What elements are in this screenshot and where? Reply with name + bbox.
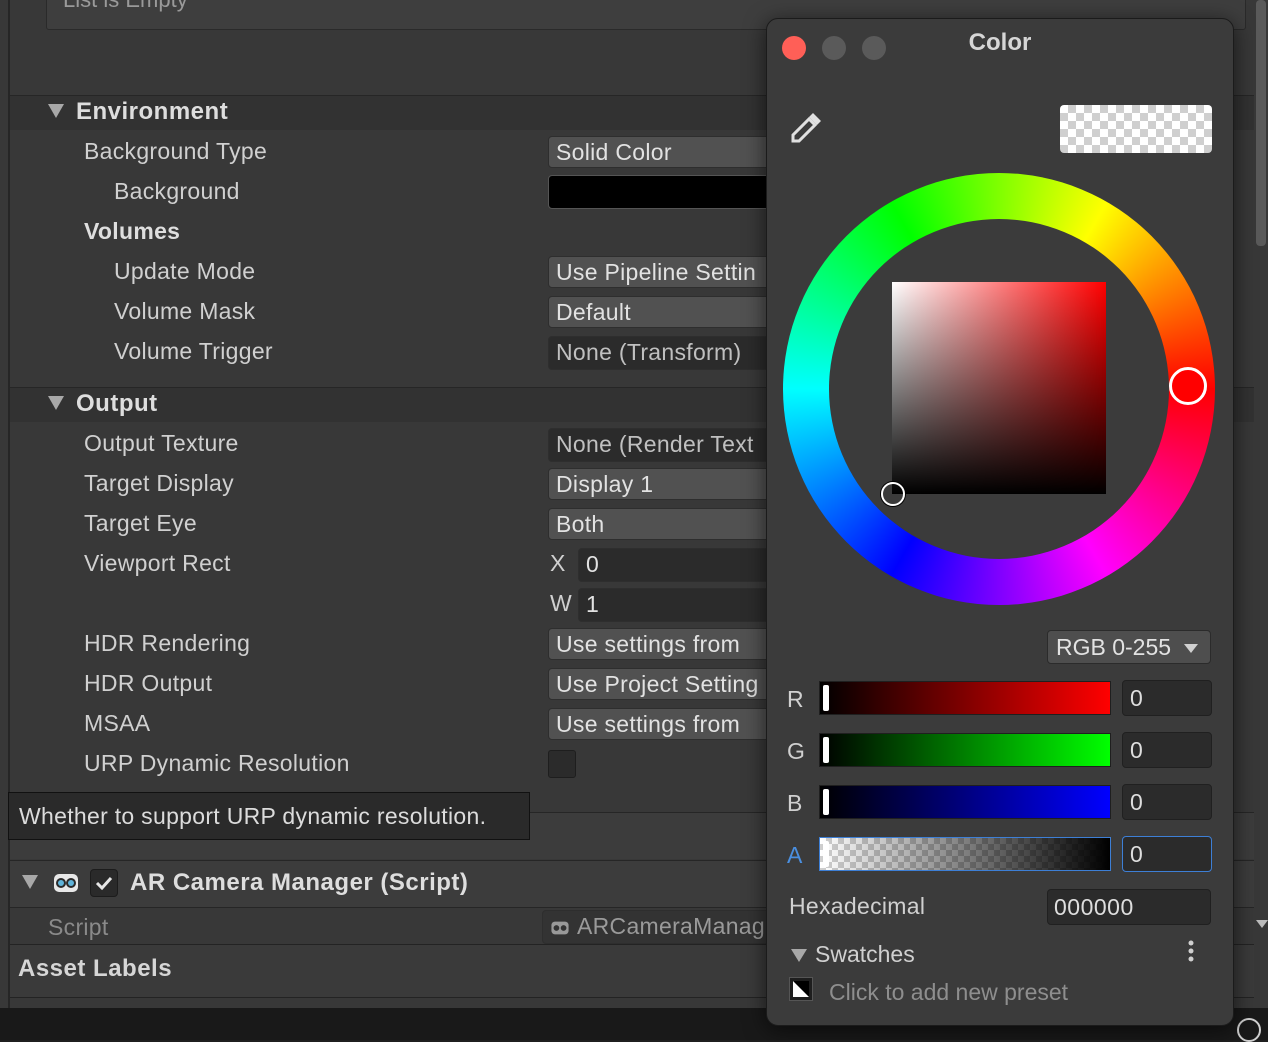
green-value-field[interactable]: 0 [1122, 732, 1212, 768]
blue-slider[interactable] [819, 785, 1111, 819]
alpha-value-field[interactable]: 0 [1122, 836, 1212, 872]
update-mode-dropdown[interactable]: Use Pipeline Settin [548, 256, 788, 288]
target-eye-dropdown[interactable]: Both [548, 508, 788, 540]
update-mode-label: Update Mode [114, 258, 256, 284]
volume-trigger-label: Volume Trigger [114, 338, 273, 364]
ar-camera-manager-title: AR Camera Manager (Script) [130, 869, 469, 896]
red-slider[interactable] [819, 681, 1111, 715]
hdr-output-label: HDR Output [84, 670, 213, 696]
background-label: Background [114, 178, 240, 204]
saturation-value-handle[interactable] [881, 482, 905, 506]
add-preset-text[interactable]: Click to add new preset [829, 979, 1068, 1006]
blue-value-field[interactable]: 0 [1122, 784, 1212, 820]
scrollbar-thumb[interactable] [1256, 0, 1266, 246]
red-slider-knob[interactable] [823, 685, 829, 711]
hdr-rendering-dropdown[interactable]: Use settings from [548, 628, 788, 660]
color-picker-title: Color [968, 29, 1032, 56]
asset-labels-title: Asset Labels [18, 955, 173, 982]
component-enabled-checkbox[interactable] [90, 869, 118, 897]
check-circle-icon[interactable] [1237, 1018, 1261, 1042]
color-mode-value: RGB 0-255 [1056, 634, 1172, 660]
red-channel-label: R [787, 686, 804, 712]
target-display-dropdown[interactable]: Display 1 [548, 468, 788, 500]
urp-dynamic-resolution-checkbox[interactable] [548, 750, 576, 778]
environment-title: Environment [76, 98, 229, 125]
hexadecimal-field[interactable]: 000000 [1047, 889, 1211, 925]
red-value-field[interactable]: 0 [1122, 680, 1212, 716]
alpha-channel-label: A [787, 842, 803, 868]
hue-handle[interactable] [1169, 367, 1207, 405]
green-channel-label: G [787, 738, 805, 764]
target-eye-label: Target Eye [84, 510, 197, 536]
script-icon [52, 869, 80, 897]
volume-mask-dropdown[interactable]: Default [548, 296, 788, 328]
eyedropper-icon[interactable] [787, 107, 827, 147]
background-type-dropdown[interactable]: Solid Color [548, 136, 788, 168]
msaa-dropdown[interactable]: Use settings from [548, 708, 788, 740]
viewport-rect-label: Viewport Rect [84, 550, 231, 576]
volume-trigger-field[interactable]: None (Transform) [548, 336, 788, 370]
foldout-triangle-icon[interactable] [48, 104, 64, 118]
foldout-triangle-icon[interactable] [48, 396, 64, 410]
volumes-label: Volumes [84, 218, 181, 244]
chevron-down-icon [1184, 644, 1198, 653]
script-field[interactable]: ARCameraManag [542, 910, 802, 944]
swatches-label: Swatches [815, 941, 915, 967]
checkmark-icon [95, 876, 113, 891]
script-label: Script [48, 914, 109, 940]
foldout-triangle-icon[interactable] [22, 875, 38, 889]
blue-slider-knob[interactable] [823, 789, 829, 815]
viewport-w-label: W [550, 590, 572, 616]
urp-dynamic-resolution-label: URP Dynamic Resolution [84, 750, 350, 776]
background-color-field[interactable] [548, 175, 788, 209]
volume-mask-label: Volume Mask [114, 298, 256, 324]
hexadecimal-label: Hexadecimal [789, 893, 926, 919]
color-mode-dropdown[interactable]: RGB 0-255 [1047, 630, 1211, 664]
preset-swatch-icon[interactable] [789, 977, 813, 1001]
script-field-icon [550, 918, 570, 938]
hdr-output-dropdown[interactable]: Use Project Setting [548, 668, 788, 700]
output-title: Output [76, 390, 158, 417]
msaa-label: MSAA [84, 710, 151, 736]
green-slider-knob[interactable] [823, 737, 829, 763]
viewport-w-field[interactable]: 1 [578, 588, 788, 622]
color-picker-window: Color RGB 0-255 R 0 G 0 B 0 A 0 Hexadeci… [766, 18, 1234, 1026]
green-slider[interactable] [819, 733, 1111, 767]
scroll-down-icon[interactable] [1256, 920, 1268, 928]
tooltip: Whether to support URP dynamic resolutio… [8, 792, 530, 840]
output-texture-field[interactable]: None (Render Text [548, 428, 788, 462]
background-type-label: Background Type [84, 138, 268, 164]
more-options-icon[interactable] [1187, 939, 1195, 963]
hdr-rendering-label: HDR Rendering [84, 630, 251, 656]
swatches-foldout-icon[interactable] [791, 949, 807, 962]
list-empty-text: List is Empty [63, 0, 188, 13]
saturation-value-square[interactable] [892, 282, 1106, 494]
alpha-slider[interactable] [819, 837, 1111, 871]
blue-channel-label: B [787, 790, 803, 816]
viewport-x-field[interactable]: 0 [578, 548, 788, 582]
alpha-slider-knob[interactable] [823, 841, 829, 867]
color-preview-swatch [1060, 105, 1212, 153]
viewport-x-label: X [550, 550, 566, 576]
target-display-label: Target Display [84, 470, 234, 496]
output-texture-label: Output Texture [84, 430, 239, 456]
